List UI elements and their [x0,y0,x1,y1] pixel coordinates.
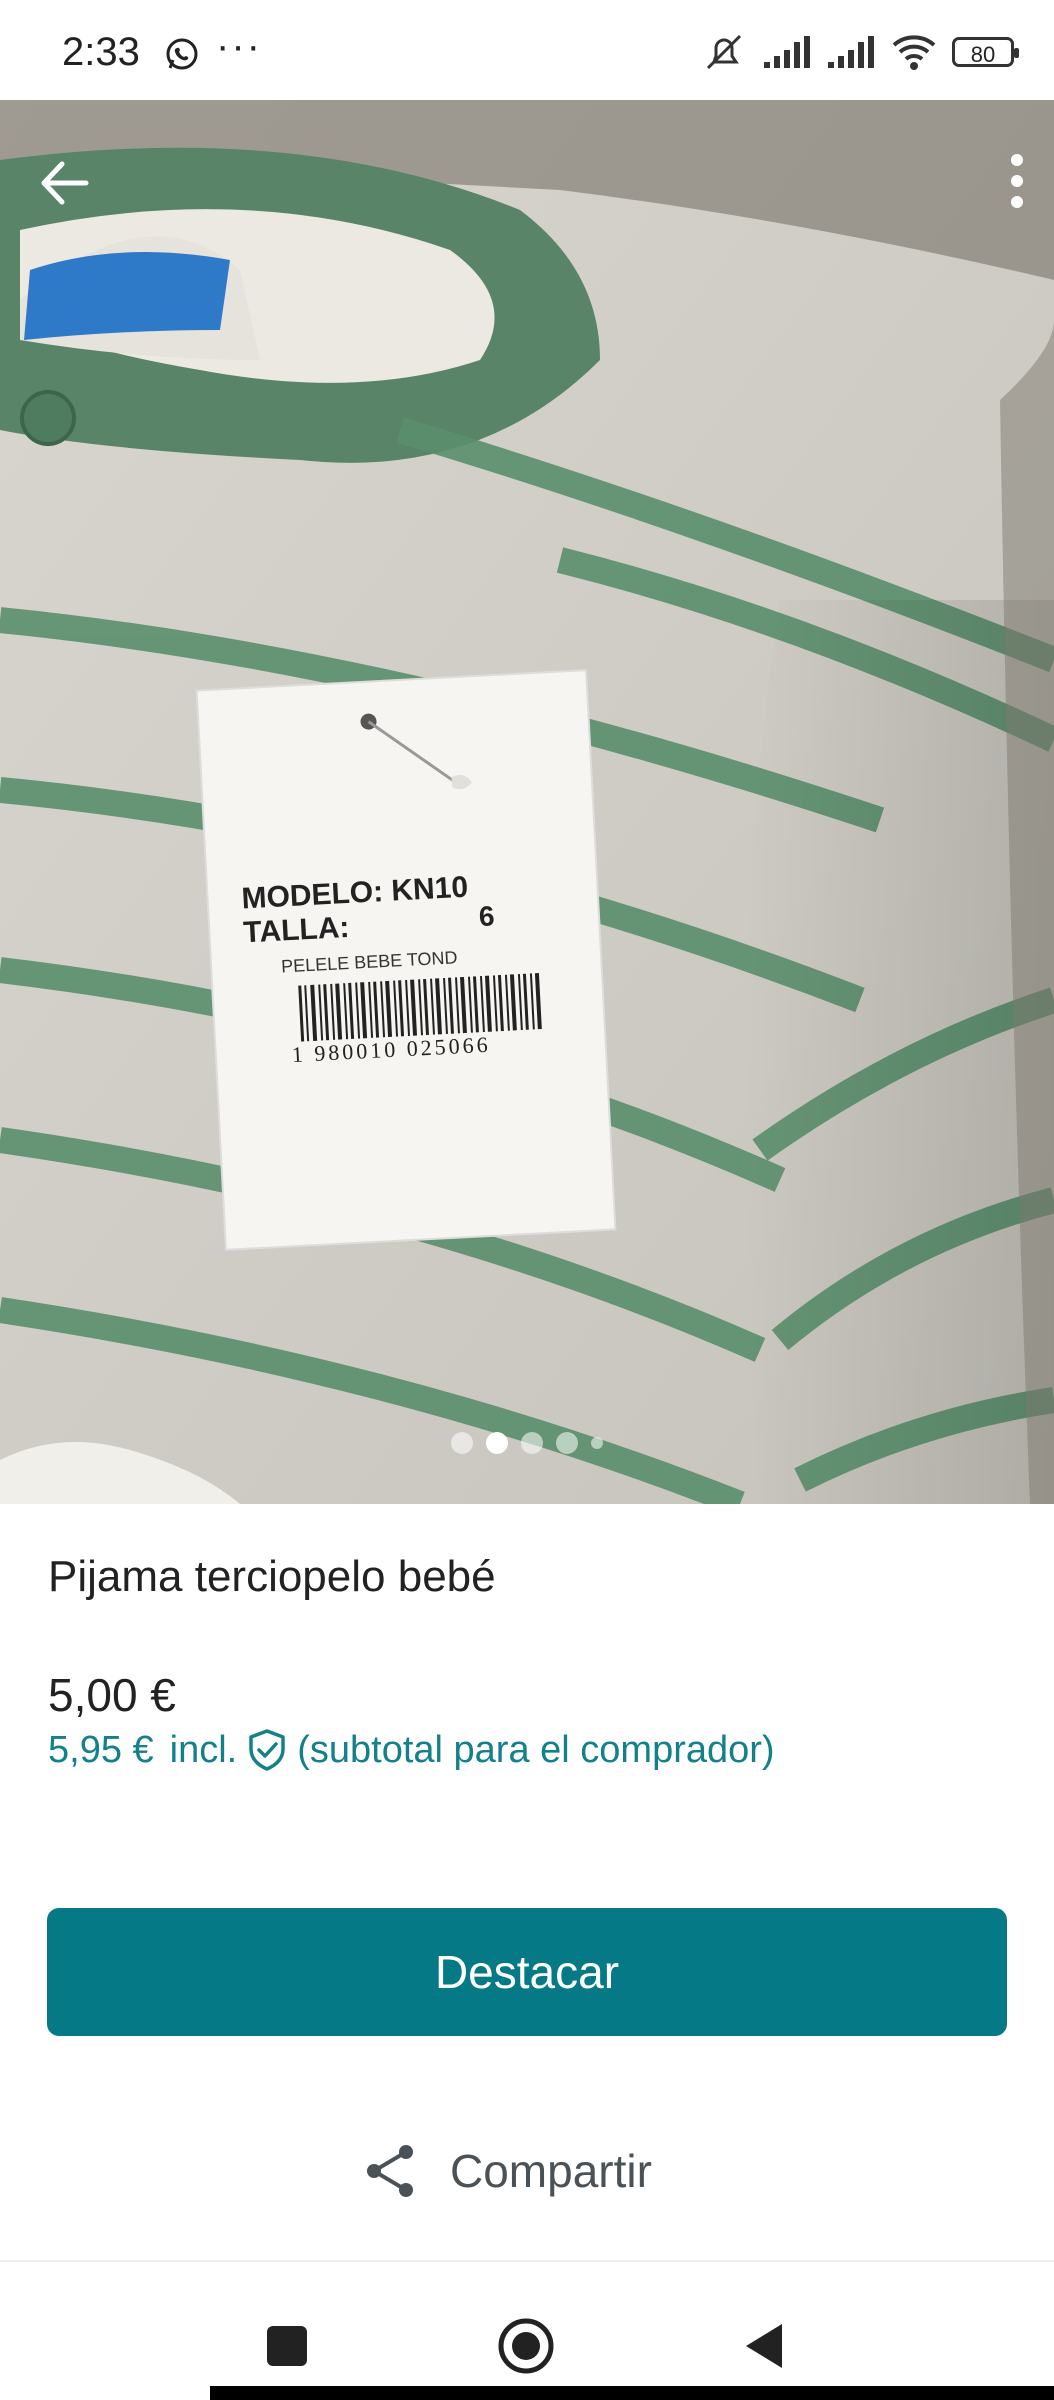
subtotal-note: (subtotal para el comprador) [297,1728,775,1771]
whatsapp-icon [166,38,198,70]
incl-label: incl. [169,1728,238,1771]
status-icons: 80 [700,30,1019,74]
gesture-bar [210,2386,1054,2400]
shield-check-icon [249,1729,285,1771]
back-arrow-icon[interactable] [30,148,100,218]
listing-price: 5,00 € [48,1669,176,1721]
price-with-fee: 5,95 € [48,1728,154,1771]
pager-dot[interactable] [451,1432,473,1454]
price-with-protection[interactable]: 5,95 € incl. (subtotal para el comprador… [48,1728,775,1772]
signal-icon [828,36,874,68]
home-icon[interactable] [496,2316,556,2376]
more-options-icon[interactable] [992,146,1042,216]
share-icon [367,2145,413,2197]
pager-dot[interactable] [591,1437,603,1449]
more-notifications-icon: ··· [216,24,262,68]
mute-icon [706,34,742,70]
wifi-icon [892,35,936,70]
tag-text-size-label: TALLA: [243,911,351,950]
pager-dot[interactable] [521,1432,543,1454]
share-button[interactable]: Compartir [360,2136,652,2206]
status-bar: 2:33 ··· 80 [0,0,1054,100]
status-time: 2:33 [62,30,140,74]
image-gallery[interactable]: MODELO: KN10 TALLA: 6 PELELE BEBE TOND 1… [0,100,1054,1504]
gallery-pager [0,1432,1054,1454]
feature-listing-button[interactable]: Destacar [47,1908,1007,2036]
tag-text-size-value: 6 [478,900,495,932]
back-triangle-icon[interactable] [740,2320,786,2372]
listing-title: Pijama terciopelo bebé [48,1552,496,1601]
signal-icon [764,36,810,68]
system-nav-bar [0,2262,1054,2400]
pager-dot-active[interactable] [486,1432,508,1454]
product-photo[interactable]: MODELO: KN10 TALLA: 6 PELELE BEBE TOND 1… [0,100,1054,1504]
share-label: Compartir [450,2145,652,2197]
battery-level: 80 [970,42,996,67]
recent-apps-icon[interactable] [267,2326,307,2366]
pager-dot[interactable] [556,1432,578,1454]
battery-icon: 80 [952,37,1019,67]
